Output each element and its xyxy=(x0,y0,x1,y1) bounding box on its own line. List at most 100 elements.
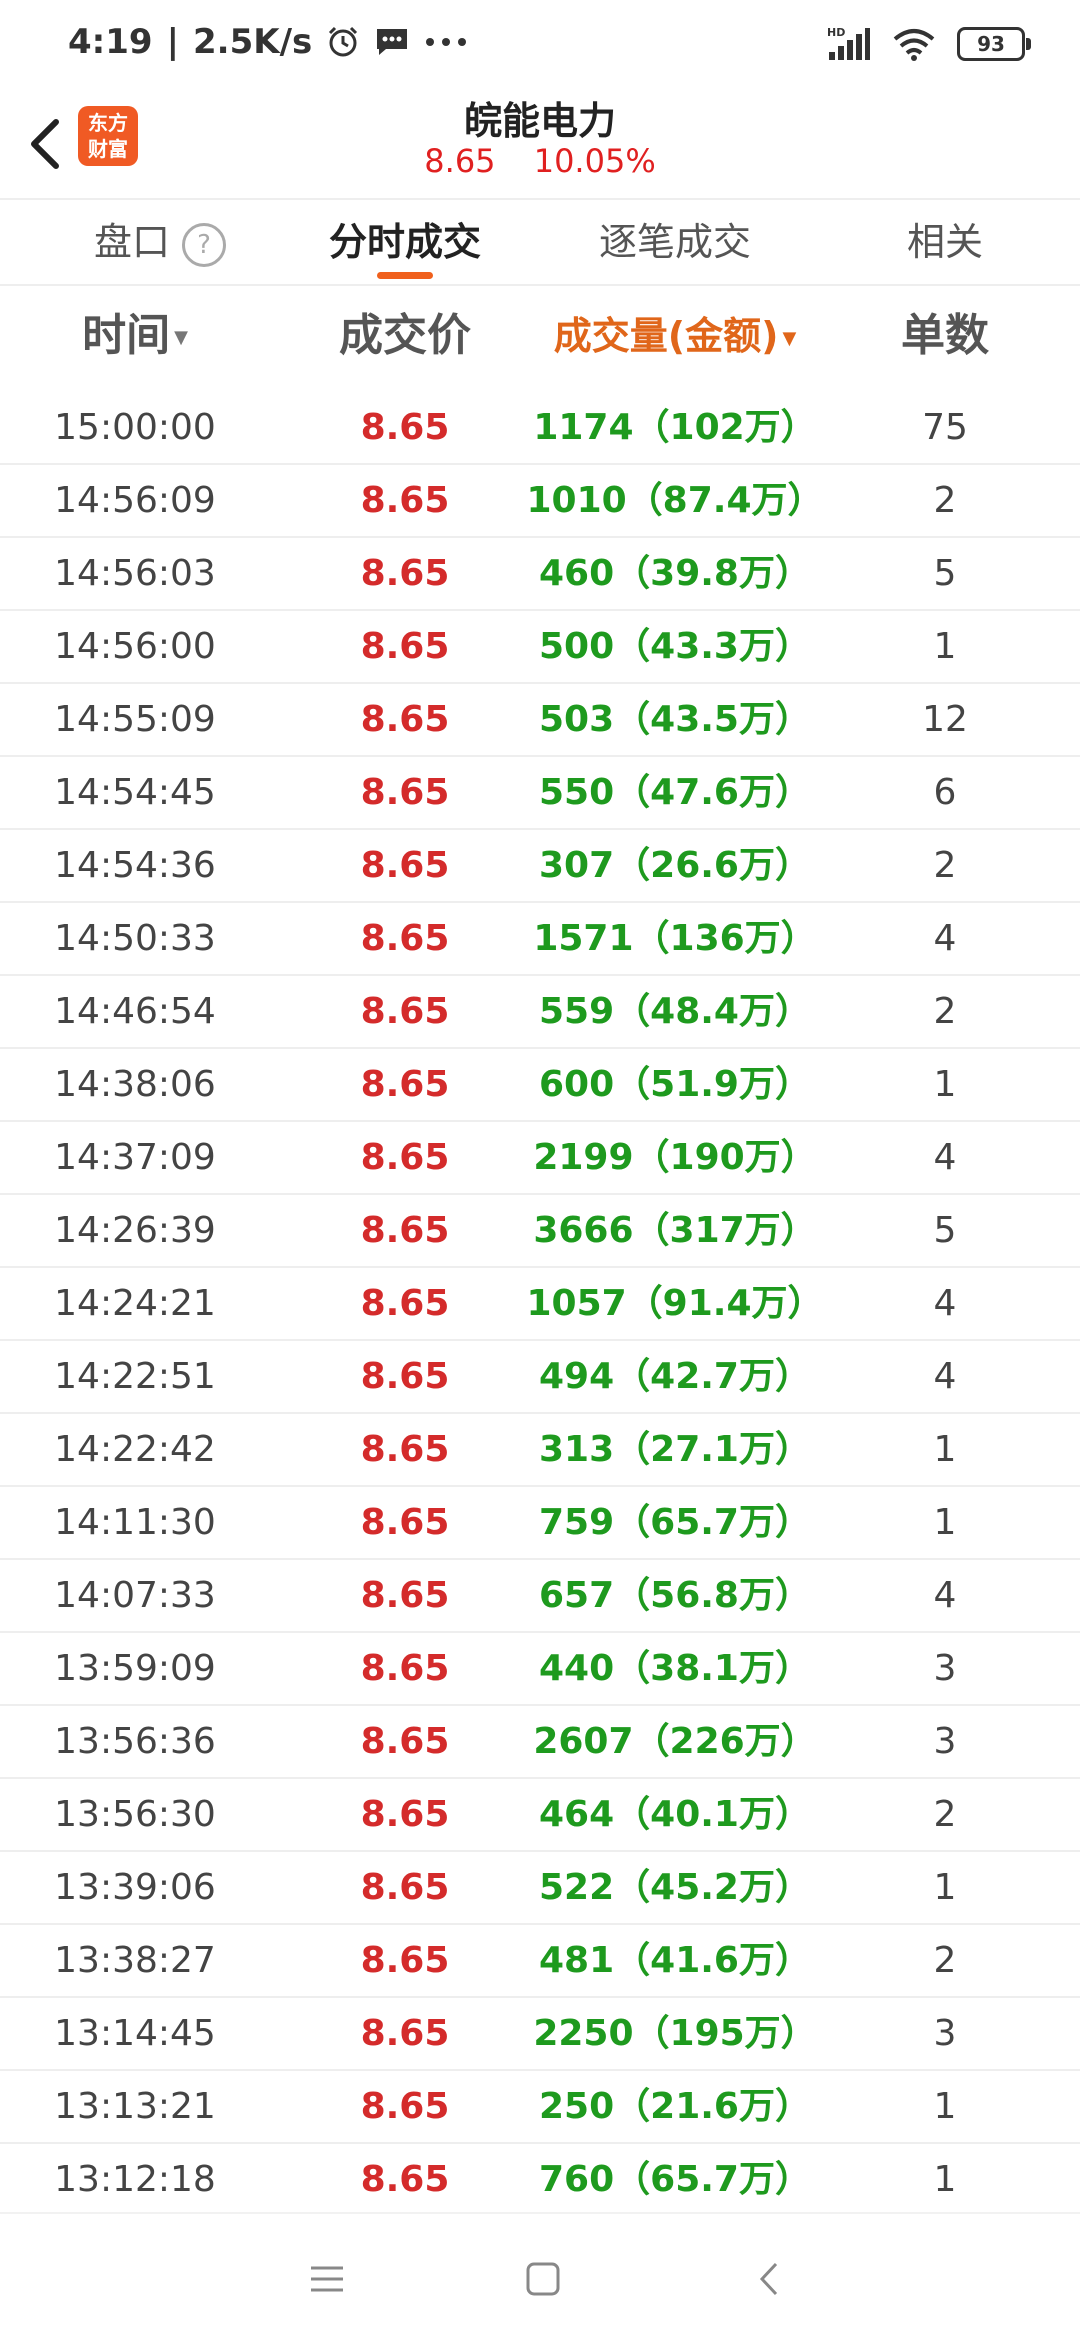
trade-row[interactable]: 14:07:33 8.65 657（56.8万） 4 xyxy=(0,1560,1080,1633)
trade-count: 4 xyxy=(933,1575,957,1616)
trade-price: 8.65 xyxy=(360,1502,450,1543)
trade-row[interactable]: 14:11:30 8.65 759（65.7万） 1 xyxy=(0,1487,1080,1560)
tab-tick-trades[interactable]: 逐笔成交 xyxy=(565,200,785,284)
trade-row[interactable]: 14:22:51 8.65 494（42.7万） 4 xyxy=(0,1341,1080,1414)
trade-count: 2 xyxy=(933,991,957,1032)
trade-row[interactable]: 14:56:00 8.65 500（43.3万） 1 xyxy=(0,611,1080,684)
trade-row[interactable]: 14:38:06 8.65 600（51.9万） 1 xyxy=(0,1049,1080,1122)
trade-count: 1 xyxy=(933,1429,957,1470)
trade-count: 2 xyxy=(933,480,957,521)
trade-row[interactable]: 14:22:42 8.65 313（27.1万） 1 xyxy=(0,1414,1080,1487)
tab-order-book[interactable]: 盘口? xyxy=(60,200,260,284)
col-header-time[interactable]: 时间 ▼ xyxy=(35,288,235,384)
trade-volume: 1010（87.4万） xyxy=(526,480,824,521)
trade-volume: 550（47.6万） xyxy=(539,772,811,813)
status-left: 4:19 | 2.5K/s xyxy=(68,22,468,62)
col-header-volume-label: 成交量(金额) xyxy=(553,314,779,358)
trade-volume: 313（27.1万） xyxy=(539,1429,811,1470)
col-header-price-label: 成交价 xyxy=(339,310,471,361)
trade-time: 14:22:42 xyxy=(54,1429,216,1470)
trade-row[interactable]: 14:50:33 8.65 1571（136万） 4 xyxy=(0,903,1080,976)
trade-time: 14:55:09 xyxy=(54,699,216,740)
trade-row[interactable]: 13:13:21 8.65 250（21.6万） 1 xyxy=(0,2071,1080,2144)
trade-row[interactable]: 14:54:45 8.65 550（47.6万） 6 xyxy=(0,757,1080,830)
tab-minute-trades-label: 分时成交 xyxy=(328,220,481,264)
trade-row[interactable]: 13:14:45 8.65 2250（195万） 3 xyxy=(0,1998,1080,2071)
trade-row[interactable]: 13:12:18 8.65 760（65.7万） 1 xyxy=(0,2144,1080,2217)
trade-volume: 2250（195万） xyxy=(533,2013,817,2054)
nav-back-button[interactable] xyxy=(746,2254,796,2304)
trade-price: 8.65 xyxy=(360,918,450,959)
trade-price: 8.65 xyxy=(360,772,450,813)
trade-count: 2 xyxy=(933,1940,957,1981)
trade-volume: 460（39.8万） xyxy=(539,553,811,594)
home-button[interactable] xyxy=(518,2254,568,2304)
trade-time: 14:50:33 xyxy=(54,918,216,959)
trade-time: 13:56:36 xyxy=(54,1721,216,1762)
trade-row[interactable]: 14:54:36 8.65 307（26.6万） 2 xyxy=(0,830,1080,903)
trade-time: 13:56:30 xyxy=(54,1794,216,1835)
net-badge: HD xyxy=(827,26,845,39)
trade-price: 8.65 xyxy=(360,1940,450,1981)
trade-count: 4 xyxy=(933,1283,957,1324)
tab-tick-trades-label: 逐笔成交 xyxy=(598,220,751,264)
menu-button[interactable] xyxy=(303,2254,353,2304)
trade-row[interactable]: 14:26:39 8.65 3666（317万） 5 xyxy=(0,1195,1080,1268)
more-dots-icon xyxy=(426,38,467,46)
trade-row[interactable]: 14:55:09 8.65 503（43.5万） 12 xyxy=(0,684,1080,757)
app-header: 东方 财富 皖能电力 8.65 10.05% xyxy=(0,90,1080,200)
trade-row[interactable]: 13:38:27 8.65 481（41.6万） 2 xyxy=(0,1925,1080,1998)
trade-price: 8.65 xyxy=(360,480,450,521)
trade-row[interactable]: 14:37:09 8.65 2199（190万） 4 xyxy=(0,1122,1080,1195)
trade-row[interactable]: 13:39:06 8.65 522（45.2万） 1 xyxy=(0,1852,1080,1925)
trade-price: 8.65 xyxy=(360,1794,450,1835)
trade-count: 4 xyxy=(933,918,957,959)
menu-icon xyxy=(311,2266,343,2292)
stock-price: 8.65 xyxy=(424,142,496,180)
status-right: HD 93 xyxy=(827,26,1031,62)
trade-price: 8.65 xyxy=(360,1648,450,1689)
trade-count: 75 xyxy=(922,407,968,448)
home-square-icon xyxy=(526,2262,560,2296)
trade-time: 14:26:39 xyxy=(54,1210,216,1251)
status-time: 4:19 xyxy=(68,22,153,62)
trade-price: 8.65 xyxy=(360,1867,450,1908)
trade-row[interactable]: 14:24:21 8.65 1057（91.4万） 4 xyxy=(0,1268,1080,1341)
trade-price: 8.65 xyxy=(360,699,450,740)
stock-quote: 8.65 10.05% xyxy=(0,142,1080,180)
trade-row[interactable]: 14:46:54 8.65 559（48.4万） 2 xyxy=(0,976,1080,1049)
trade-price: 8.65 xyxy=(360,991,450,1032)
col-header-time-label: 时间 xyxy=(82,310,171,361)
trade-count: 3 xyxy=(933,2013,957,2054)
tab-active-indicator xyxy=(377,272,433,279)
trade-count: 6 xyxy=(933,772,957,813)
trade-price: 8.65 xyxy=(360,626,450,667)
trade-row[interactable]: 14:56:09 8.65 1010（87.4万） 2 xyxy=(0,465,1080,538)
battery-icon: 93 xyxy=(957,27,1031,61)
trade-row[interactable]: 15:00:00 8.65 1174（102万） 75 xyxy=(0,392,1080,465)
trade-volume: 522（45.2万） xyxy=(539,1867,811,1908)
trade-volume: 657（56.8万） xyxy=(539,1575,811,1616)
status-bar: 4:19 | 2.5K/s HD 93 xyxy=(0,0,1080,90)
trade-price: 8.65 xyxy=(360,1283,450,1324)
trade-row[interactable]: 13:56:36 8.65 2607（226万） 3 xyxy=(0,1706,1080,1779)
trade-time: 13:12:18 xyxy=(54,2159,216,2200)
help-icon[interactable]: ? xyxy=(182,222,226,267)
tab-related[interactable]: 相关 xyxy=(870,200,1020,284)
trade-time: 13:59:09 xyxy=(54,1648,216,1689)
trade-volume: 503（43.5万） xyxy=(539,699,811,740)
trade-row[interactable]: 14:56:03 8.65 460（39.8万） 5 xyxy=(0,538,1080,611)
trade-price: 8.65 xyxy=(360,2013,450,2054)
system-nav-bar xyxy=(0,2212,1080,2342)
status-separator: | xyxy=(166,22,179,62)
trade-time: 14:07:33 xyxy=(54,1575,216,1616)
trade-row[interactable]: 13:59:09 8.65 440（38.1万） 3 xyxy=(0,1633,1080,1706)
trade-time: 15:00:00 xyxy=(54,407,216,448)
trade-volume: 1174（102万） xyxy=(533,407,817,448)
trade-volume: 2607（226万） xyxy=(533,1721,817,1762)
stock-name: 皖能电力 xyxy=(463,99,616,143)
col-header-volume[interactable]: 成交量(金额) ▼ xyxy=(520,288,830,384)
trade-time: 14:38:06 xyxy=(54,1064,216,1105)
trade-list[interactable]: 15:00:00 8.65 1174（102万） 75 14:56:09 8.65 1010… xyxy=(0,392,1080,2217)
trade-row[interactable]: 13:56:30 8.65 464（40.1万） 2 xyxy=(0,1779,1080,1852)
